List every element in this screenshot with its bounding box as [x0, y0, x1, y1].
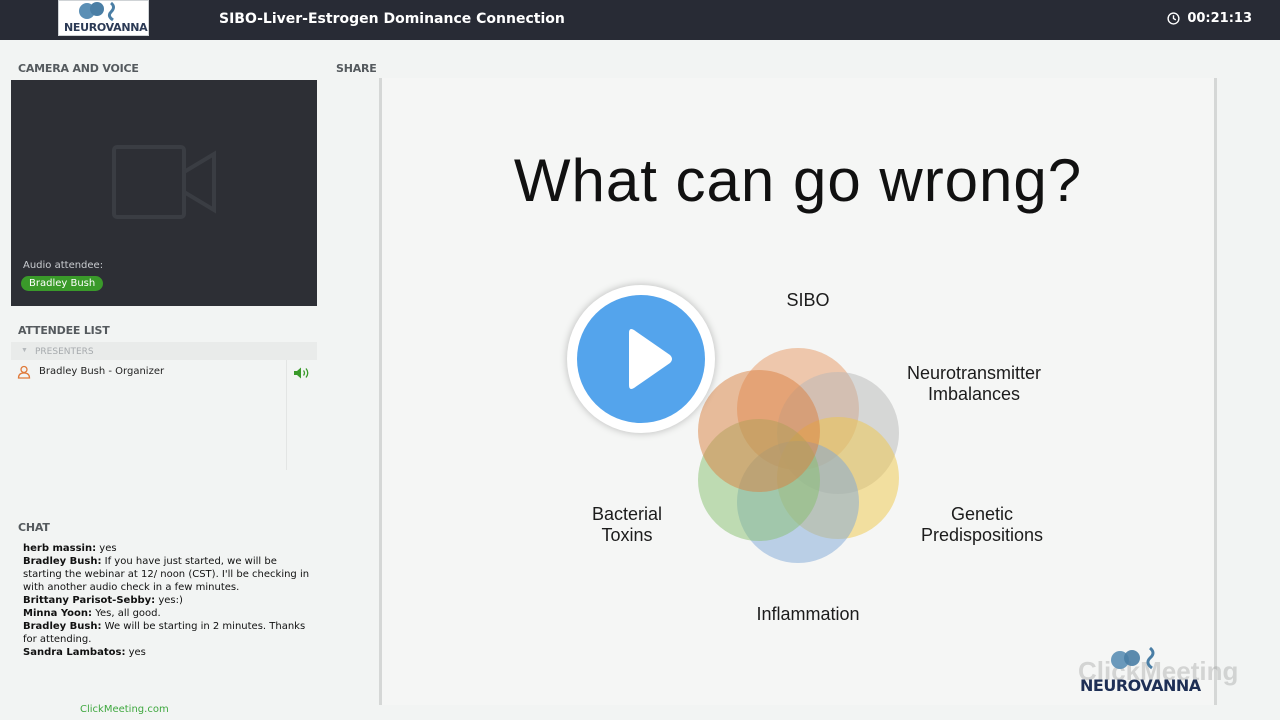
venn-circle-toxins	[698, 370, 820, 492]
chat-author: Minna Yoon:	[23, 608, 93, 619]
audio-attendee-label: Audio attendee:	[23, 260, 104, 271]
presenters-group-header[interactable]: ▼ PRESENTERS	[11, 342, 317, 360]
chat-text: yes	[125, 647, 146, 658]
logo-text: NEUROVANNA	[64, 21, 148, 34]
chat-message: Minna Yoon: Yes, all good.	[23, 607, 315, 620]
play-button[interactable]	[567, 285, 715, 433]
attendee-section-label: ATTENDEE LIST	[18, 324, 110, 337]
share-section-label: SHARE	[336, 62, 377, 75]
attendee-row[interactable]: Bradley Bush - Organizer	[11, 364, 317, 382]
chat-message-list: herb massin: yes Bradley Bush: If you ha…	[23, 542, 315, 659]
label-genetic-line1: Genetic	[950, 504, 1014, 524]
camera-section-label: CAMERA AND VOICE	[18, 62, 139, 75]
label-bacterial-line2: Toxins	[601, 525, 653, 545]
timer-value: 00:21:13	[1187, 11, 1252, 26]
slide-watermark: ClickMeeting NEUROVANNA	[1058, 646, 1258, 702]
chat-message: Bradley Bush: If you have just started, …	[23, 555, 315, 594]
chat-author: Bradley Bush:	[23, 556, 102, 567]
chat-text: yes:)	[155, 595, 183, 606]
session-timer: 00:21:13	[1167, 11, 1252, 26]
chat-author: herb massin:	[23, 543, 97, 554]
attendee-list: ▼ PRESENTERS Bradley Bush - Organizer	[11, 342, 317, 502]
chat-panel: herb massin: yes Bradley Bush: If you ha…	[18, 540, 318, 700]
label-neuro-line2: Imbalances	[927, 384, 1021, 404]
person-icon	[17, 365, 31, 379]
chat-author: Bradley Bush:	[23, 621, 102, 632]
chat-text: yes	[96, 543, 117, 554]
label-neuro-line1: Neurotransmitter	[906, 363, 1042, 383]
attendee-name: Bradley Bush - Organizer	[39, 366, 165, 377]
speaker-icon[interactable]	[293, 366, 311, 380]
label-sibo: SIBO	[786, 290, 830, 310]
caret-down-icon[interactable]: ▼	[21, 347, 28, 354]
attendee-scrollbar[interactable]	[286, 360, 287, 470]
play-icon[interactable]	[577, 295, 705, 423]
label-genetic-line2: Predispositions	[920, 525, 1044, 545]
label-inflammation: Inflammation	[756, 604, 860, 624]
chat-text: Yes, all good.	[92, 608, 161, 619]
label-bacterial-toxins: Bacterial Toxins	[572, 504, 682, 546]
play-button-inner[interactable]	[577, 295, 705, 423]
audio-attendee-badge[interactable]: Bradley Bush	[21, 276, 104, 291]
page-title: SIBO-Liver-Estrogen Dominance Connection	[219, 11, 565, 27]
shared-slide: What can go wrong? SIBO Neurotransmitter…	[382, 78, 1238, 705]
brand-logo: NEUROVANNA	[58, 0, 149, 36]
chat-author: Sandra Lambatos:	[23, 647, 126, 658]
presenters-group-label: PRESENTERS	[35, 347, 94, 357]
slide-edge-right	[1214, 78, 1217, 705]
label-bacterial-line1: Bacterial	[591, 504, 663, 524]
label-genetic: Genetic Predispositions	[902, 504, 1062, 546]
top-bar: NEUROVANNA SIBO-Liver-Estrogen Dominance…	[0, 0, 1280, 40]
chat-message: Bradley Bush: We will be starting in 2 m…	[23, 620, 315, 646]
chat-message: Sandra Lambatos: yes	[23, 646, 315, 659]
chat-message: herb massin: yes	[23, 542, 315, 555]
chat-message: Brittany Parisot-Sebby: yes:)	[23, 594, 315, 607]
label-neurotransmitter: Neurotransmitter Imbalances	[890, 363, 1058, 405]
camera-panel: Audio attendee: Bradley Bush	[11, 80, 317, 306]
clock-icon	[1167, 12, 1180, 25]
video-camera-icon	[112, 145, 216, 219]
watermark-logo-text: NEUROVANNA	[1080, 676, 1201, 695]
clickmeeting-link[interactable]: ClickMeeting.com	[80, 704, 169, 715]
chat-author: Brittany Parisot-Sebby:	[23, 595, 156, 606]
chat-section-label: CHAT	[18, 521, 50, 534]
